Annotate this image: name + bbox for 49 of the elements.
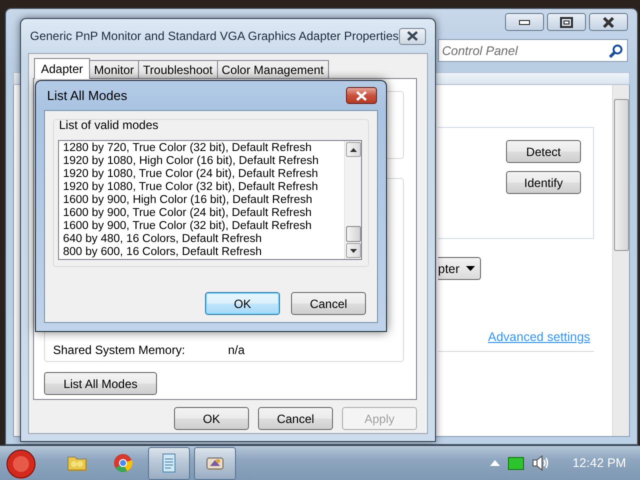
list-item[interactable]: 1600 by 900, High Color (16 bit), Default Refresh bbox=[63, 194, 344, 207]
scroll-thumb[interactable] bbox=[346, 226, 360, 242]
caret-icon bbox=[466, 266, 475, 271]
maximize-icon bbox=[558, 16, 575, 28]
list-item[interactable]: 640 by 480, 16 Colors, Default Refresh bbox=[63, 233, 344, 246]
tab[interactable]: Monitor bbox=[89, 60, 140, 78]
list-item[interactable]: 1920 by 1080, High Color (16 bit), Default Refresh bbox=[63, 155, 344, 168]
button[interactable]: Detect bbox=[506, 140, 581, 163]
taskbar-button[interactable] bbox=[194, 446, 236, 480]
browser-icon bbox=[111, 451, 135, 475]
button[interactable]: Identify bbox=[506, 171, 581, 194]
close-button[interactable] bbox=[589, 13, 628, 31]
dropdown[interactable]: pter bbox=[438, 257, 481, 280]
button[interactable]: OK bbox=[174, 407, 249, 430]
speaker-icon[interactable] bbox=[532, 455, 550, 471]
button[interactable]: Cancel bbox=[258, 407, 333, 430]
maximize-button[interactable] bbox=[547, 13, 586, 31]
list-item[interactable]: 800 by 600, 16 Colors, Default Refresh bbox=[63, 246, 344, 259]
scrollbar[interactable] bbox=[344, 141, 361, 259]
list-item[interactable]: 1920 by 1080, True Color (32 bit), Default Refresh bbox=[63, 181, 344, 194]
search-field[interactable]: Control Panel bbox=[438, 39, 628, 62]
tab[interactable]: Adapter bbox=[34, 58, 90, 79]
window-title: Generic PnP Monitor and Standard VGA Graphics Adapter Properties bbox=[29, 29, 399, 43]
close-icon bbox=[355, 90, 368, 100]
close-button[interactable] bbox=[398, 28, 426, 44]
field-label: Shared System Memory: bbox=[53, 343, 186, 357]
scroll-down-icon[interactable] bbox=[350, 248, 356, 252]
close-button[interactable] bbox=[346, 87, 377, 104]
close-icon bbox=[600, 16, 617, 28]
taskbar-button[interactable] bbox=[148, 446, 190, 480]
list-item[interactable]: 1920 by 1080, True Color (24 bit), Default Refresh bbox=[63, 168, 344, 181]
scroll-up-icon[interactable] bbox=[350, 148, 356, 152]
close-icon bbox=[406, 31, 419, 41]
field-value: n/a bbox=[228, 343, 245, 357]
minimize-icon bbox=[519, 20, 530, 24]
scrollbar[interactable] bbox=[612, 85, 629, 436]
tab[interactable]: Color Management bbox=[216, 60, 329, 78]
button[interactable]: Cancel bbox=[291, 292, 366, 315]
list-item[interactable]: 1600 by 900, True Color (24 bit), Default Refresh bbox=[63, 207, 344, 220]
list-item[interactable]: 1280 by 720, True Color (32 bit), Default Refresh bbox=[63, 142, 344, 155]
button[interactable]: OK bbox=[205, 292, 280, 315]
list-item[interactable]: 1600 by 900, True Color (32 bit), Default Refresh bbox=[63, 220, 344, 233]
tab[interactable]: Troubleshoot bbox=[138, 60, 218, 78]
group-label: List of valid modes bbox=[58, 118, 160, 134]
dialog-title: List All Modes bbox=[46, 88, 128, 103]
list-all-modes-button[interactable]: List All Modes bbox=[44, 372, 157, 395]
caret-icon[interactable] bbox=[490, 460, 500, 466]
search-icon[interactable] bbox=[609, 44, 623, 58]
minimize-button[interactable] bbox=[505, 13, 544, 31]
